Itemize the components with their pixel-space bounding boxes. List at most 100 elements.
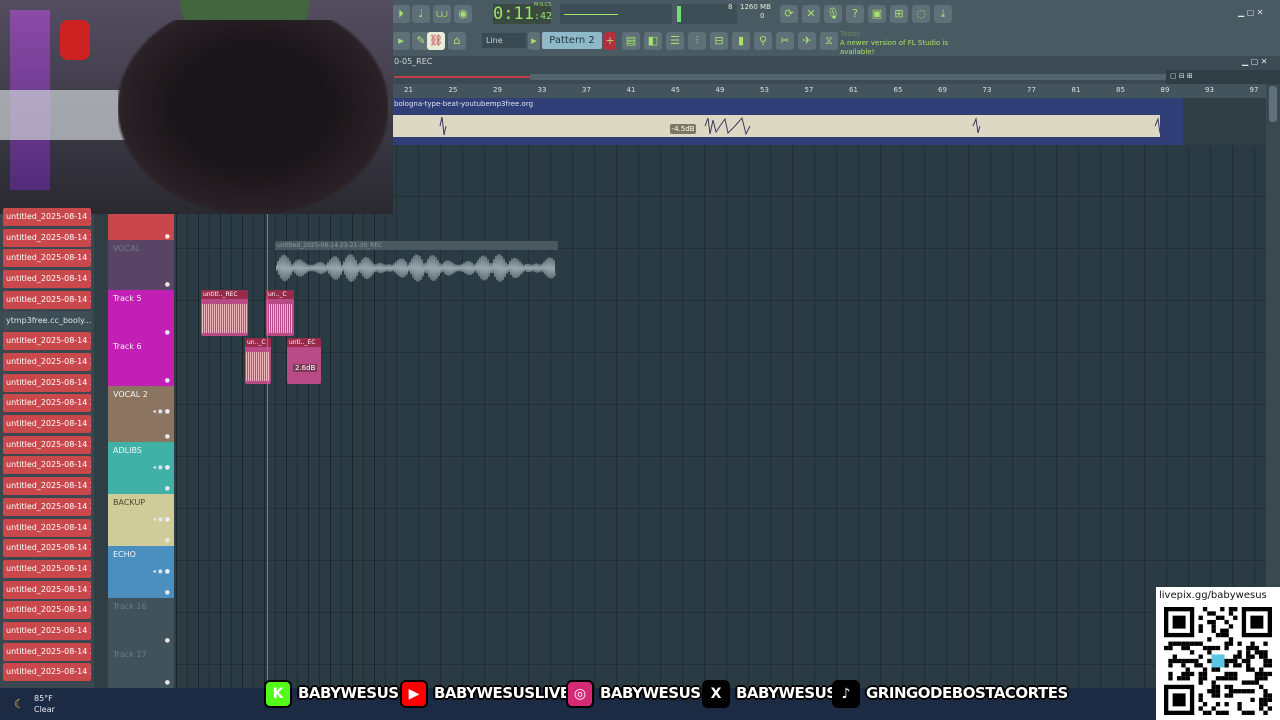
clip-track5-a[interactable]: untitl.._REC <box>201 290 248 336</box>
track-header[interactable]: VOCAL ● <box>108 240 174 290</box>
pattern-prev-icon[interactable]: ▸ <box>528 32 540 50</box>
track-select-icon[interactable]: ● <box>165 485 170 492</box>
browser-item[interactable]: untitled_2025-08-14 23-... <box>3 518 91 537</box>
pattern-add-icon[interactable]: + <box>604 32 616 50</box>
track-controls-icon[interactable]: ◂ ◉ ● <box>153 408 170 415</box>
browser-item[interactable]: untitled_2025-08-14 23-... <box>3 559 91 578</box>
save-icon[interactable]: ▣ <box>868 5 886 23</box>
track-header[interactable]: Track 16 ● <box>108 598 174 646</box>
browser-item[interactable]: untitled_2025-08-14 23-... <box>3 642 91 661</box>
browser-item[interactable]: untitled_2025-08-14 23-... <box>3 208 91 226</box>
help-icon[interactable]: ? <box>846 5 864 23</box>
track-header[interactable]: Track 6 ● <box>108 338 174 386</box>
track-header[interactable]: Track 5 ● <box>108 290 174 338</box>
clip-track6-b[interactable]: unti.._EC 2.6dB <box>287 338 321 384</box>
tempo-icon[interactable]: ♩ <box>412 5 430 23</box>
browser-item[interactable]: untitled_2025-08-14 23-... <box>3 332 91 351</box>
track-header[interactable]: ECHO ◂ ◉ ● ● <box>108 546 174 598</box>
browser-item[interactable]: untitled_2025-08-14 23-... <box>3 373 91 392</box>
weather-widget[interactable]: 85°F Clear <box>34 693 55 715</box>
playlist-window-controls[interactable]: ▁ ▢ ✕ <box>1242 57 1268 66</box>
track-controls-icon[interactable]: ◂ ◉ ● <box>153 464 170 471</box>
wand-icon[interactable]: ✕ <box>802 5 820 23</box>
brush-icon[interactable]: ✈ <box>798 32 816 50</box>
track-select-icon[interactable]: ● <box>165 537 170 544</box>
browser-item[interactable]: untitled_2025-08-14 23-... <box>3 352 91 371</box>
browser-item[interactable]: untitled_2025-08-14 23-... <box>3 415 91 433</box>
news-panel[interactable]: Today A newer version of FL Studio is av… <box>840 30 950 56</box>
browser-item[interactable]: untitled_2025-08-14 23-... <box>3 477 91 496</box>
mixer-icon[interactable]: ▤ <box>622 32 640 50</box>
record-mode-icon[interactable]: ◉ <box>454 5 472 23</box>
snap-select[interactable]: Line <box>482 33 526 48</box>
mic-icon[interactable]: 🎙 <box>824 5 842 23</box>
social-handles-bar: K BABYWESUS ▶ BABYWESUSLIVE ◎ BABYWESUS X BABYW… <box>260 680 1068 710</box>
browser-item[interactable]: untitled_2025-08-14 23-... <box>3 580 91 599</box>
browser-item[interactable]: untitled_2025-08-14 23-... <box>3 290 91 309</box>
browser-item[interactable]: untitled_2025-08-14 23-... <box>3 663 91 682</box>
track-header[interactable]: ADLIBS ◂ ◉ ● ● <box>108 442 174 494</box>
browser-item[interactable]: untitled_2025-08-14 23-... <box>3 601 91 620</box>
channel-rack-icon[interactable]: ◧ <box>644 32 662 50</box>
stamp-icon[interactable]: ⌂ <box>448 32 466 50</box>
browser-item[interactable]: untitled_2025-08-14 23-... <box>3 270 91 289</box>
plug-icon[interactable]: ⚲ <box>754 32 772 50</box>
track-name: ADLIBS <box>113 446 142 455</box>
browser-item[interactable]: untitled_2025-08-14 23-... <box>3 497 91 516</box>
file-browser[interactable]: untitled_2025-08-14 23-...untitled_2025-… <box>0 208 94 688</box>
track-controls-icon[interactable]: ◂ ◉ ● <box>153 568 170 575</box>
track-select-icon[interactable]: ● <box>165 329 170 336</box>
browser-item[interactable]: untitled_2025-08-14 23-... <box>3 622 91 640</box>
file-icon[interactable]: ▮ <box>732 32 750 50</box>
browser-item[interactable]: untitled_2025-08-14 23-... <box>3 456 91 475</box>
timeline-overview[interactable] <box>390 70 1166 84</box>
track-header[interactable]: Track 17 ● <box>108 646 174 688</box>
memory-readout: 1260 MB 8 0 <box>728 3 771 20</box>
browser-item[interactable]: untitled_2025-08-14 23-... <box>3 435 91 454</box>
ruler-tick: 21 <box>404 86 413 94</box>
misc-icon[interactable]: ⧖ <box>820 32 838 50</box>
track-header[interactable]: ● <box>108 214 174 242</box>
browser-item[interactable]: untitled_2025-08-14 23-... <box>3 394 91 413</box>
track-select-icon[interactable]: ● <box>165 377 170 384</box>
track-select-icon[interactable]: ● <box>165 233 170 240</box>
playlist-icon[interactable]: ☰ <box>666 32 684 50</box>
link-icon[interactable]: ⛓ <box>427 32 445 50</box>
track-select-icon[interactable]: ● <box>165 637 170 644</box>
piano-roll-icon[interactable]: ⫶ <box>688 32 706 50</box>
pattern-selector[interactable]: Pattern 2 <box>542 32 602 49</box>
browser-item[interactable]: untitled_2025-08-14 23-... <box>3 228 91 247</box>
track-select-icon[interactable]: ● <box>165 433 170 440</box>
metronome-icon[interactable]: ⩊ <box>433 5 451 23</box>
timeline-ruler[interactable]: 21 25 29 33 37 41 45 49 53 57 61 65 69 73 77 81 85 89 93 97 <box>390 84 1266 98</box>
track-select-icon[interactable]: ● <box>165 589 170 596</box>
download-icon[interactable]: ⤓ <box>934 5 952 23</box>
playlist-title-bar[interactable]: 0-05_REC ▁ ▢ ✕ <box>390 56 1280 70</box>
play-icon[interactable]: ▸ <box>392 32 410 50</box>
track-header[interactable]: BACKUP ◂ ◉ ● ● <box>108 494 174 546</box>
tools-icon[interactable]: ✂ <box>776 32 794 50</box>
ruler-tick: 65 <box>893 86 903 94</box>
pattern-song-toggle-icon[interactable]: ⏵ <box>392 5 410 23</box>
ghost-clip-vocal[interactable]: untitled_2025-08-14 23-21-30_REC <box>275 241 558 285</box>
browser-item-selected[interactable]: ytmp3free.cc_booly... <box>3 311 91 330</box>
track-name: Track 17 <box>113 650 147 659</box>
track-select-icon[interactable]: ● <box>165 281 170 288</box>
browser-icon[interactable]: ⊟ <box>710 32 728 50</box>
zoom-controls[interactable]: ▢ ⊟ ⊞ <box>1170 72 1193 80</box>
track-header[interactable]: VOCAL 2 ◂ ◉ ● ● <box>108 386 174 442</box>
playhead[interactable] <box>267 214 268 684</box>
audio-clip-beat[interactable]: bologna-type-beat-youtubemp3free.org -4.… <box>390 98 1183 145</box>
chat-icon[interactable]: ◌ <box>912 5 930 23</box>
browser-item[interactable]: untitled_2025-08-14 23-... <box>3 249 91 268</box>
track-name: Track 16 <box>113 602 147 611</box>
window-controls[interactable]: ▁ ▢ ✕ <box>1238 8 1264 17</box>
track-select-icon[interactable]: ● <box>165 679 170 686</box>
plugin-icon[interactable]: ⊞ <box>890 5 908 23</box>
cpu-icon[interactable]: ⟳ <box>780 5 798 23</box>
master-volume-scope[interactable] <box>560 4 672 24</box>
scrollbar-thumb[interactable] <box>1269 86 1277 122</box>
clip-track5-b[interactable]: un.._C <box>266 290 294 336</box>
browser-item[interactable]: untitled_2025-08-14 23-... <box>3 539 91 558</box>
track-controls-icon[interactable]: ◂ ◉ ● <box>153 516 170 523</box>
